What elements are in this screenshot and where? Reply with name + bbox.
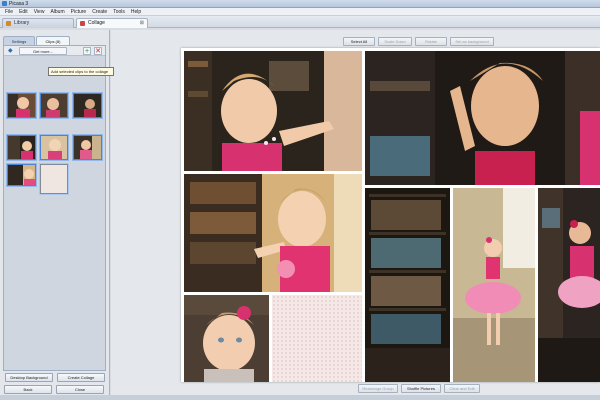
tab-bar: Library Collage ⊠ xyxy=(0,16,600,28)
collage-photo-image xyxy=(184,295,269,382)
scale-down-button[interactable]: Scale Down xyxy=(378,37,412,46)
clip-thumbnail-blank[interactable] xyxy=(40,164,68,194)
clip-thumbnail-image xyxy=(74,94,101,117)
menu-edit[interactable]: Edit xyxy=(16,8,31,15)
tab-collage[interactable]: Collage ⊠ xyxy=(76,18,148,28)
close-button[interactable]: Close xyxy=(56,385,104,394)
collage-photo[interactable] xyxy=(453,188,535,382)
clip-thumbnail[interactable] xyxy=(40,135,68,160)
clip-thumbnail-image xyxy=(74,136,101,159)
add-clips-tooltip: Add selected clips to the collage xyxy=(48,67,114,76)
diamond-icon[interactable]: ◆ xyxy=(8,48,13,54)
menu-create[interactable]: Create xyxy=(89,8,110,15)
clip-thumbnail-image xyxy=(8,136,35,159)
collage-photo[interactable] xyxy=(365,188,450,382)
rotate-button[interactable]: Rotate xyxy=(415,37,447,46)
clip-thumbnail[interactable] xyxy=(73,93,102,118)
window-title: Picasa 3 xyxy=(9,1,29,7)
collage-pattern-tile[interactable] xyxy=(272,295,362,382)
menu-tools[interactable]: Tools xyxy=(110,8,128,15)
collage-icon xyxy=(80,21,85,26)
collage-pattern-image xyxy=(272,295,362,382)
get-more-button[interactable]: Get more... xyxy=(19,47,67,55)
clip-thumbnail[interactable] xyxy=(40,93,68,118)
collage-photo-image xyxy=(365,188,450,382)
set-background-button[interactable]: Set as background xyxy=(450,37,494,46)
add-clip-button[interactable]: + xyxy=(83,47,91,55)
picasa-app-icon xyxy=(2,1,7,6)
menu-album[interactable]: Album xyxy=(47,8,67,15)
clip-thumbnail[interactable] xyxy=(73,135,102,160)
collage-bottom-toolbar: Rearrange Group Shuffle Pictures Clear a… xyxy=(358,384,480,393)
close-tab-icon[interactable]: ⊠ xyxy=(140,19,144,28)
collage-photo-image xyxy=(184,174,362,292)
clips-tray: ◆ Get more... + ✕ Desktop Background Cre… xyxy=(3,45,106,382)
menu-picture[interactable]: Picture xyxy=(68,8,90,15)
tab-library-label: Library xyxy=(14,20,30,26)
collage-photo[interactable] xyxy=(184,51,362,171)
tab-library[interactable]: Library xyxy=(2,18,74,28)
clear-and-edit-button[interactable]: Clear and Edit xyxy=(444,384,480,393)
status-bar xyxy=(0,395,600,400)
title-bar: Picasa 3 xyxy=(0,0,600,8)
menu-bar: File Edit View Album Picture Create Tool… xyxy=(0,8,600,16)
back-button[interactable]: Back xyxy=(4,385,52,394)
collage-photo-image xyxy=(538,188,600,382)
create-collage-button[interactable]: Create Collage xyxy=(57,373,105,382)
desktop-background-button[interactable]: Desktop Background xyxy=(5,373,53,382)
collage-photo[interactable] xyxy=(184,295,269,382)
clip-thumbnail-image xyxy=(41,94,67,117)
collage-photo[interactable] xyxy=(365,51,600,185)
collage-photo[interactable] xyxy=(538,188,600,382)
menu-help[interactable]: Help xyxy=(128,8,144,15)
library-icon xyxy=(6,21,11,26)
tab-collage-label: Collage xyxy=(88,20,105,26)
clip-thumbnail-image xyxy=(8,165,35,185)
clip-thumbnail[interactable] xyxy=(7,164,36,186)
tab-settings[interactable]: Settings xyxy=(3,36,35,45)
clips-toolbar: ◆ Get more... + ✕ xyxy=(4,46,105,56)
collage-photo-image xyxy=(184,51,362,171)
collage-canvas[interactable] xyxy=(181,48,600,382)
clip-thumbnail[interactable] xyxy=(7,93,36,118)
collage-toolbar: Select All Scale Down Rotate Set as back… xyxy=(343,37,494,46)
remove-clip-button[interactable]: ✕ xyxy=(94,47,102,55)
menu-view[interactable]: View xyxy=(31,8,48,15)
menu-file[interactable]: File xyxy=(2,8,16,15)
rearrange-group-button[interactable]: Rearrange Group xyxy=(358,384,398,393)
select-all-button[interactable]: Select All xyxy=(343,37,375,46)
collage-photo-image xyxy=(365,51,600,185)
clip-thumbnail[interactable] xyxy=(7,135,36,160)
collage-photo-image xyxy=(453,188,535,382)
collage-side-panel: Settings Clips (8) ◆ Get more... + ✕ Des… xyxy=(0,30,110,400)
tab-clips[interactable]: Clips (8) xyxy=(36,36,70,45)
clip-thumbnail-image xyxy=(41,136,67,159)
collage-photo[interactable] xyxy=(184,174,362,292)
clip-thumbnail-image xyxy=(8,94,35,117)
shuffle-pictures-button[interactable]: Shuffle Pictures xyxy=(401,384,441,393)
